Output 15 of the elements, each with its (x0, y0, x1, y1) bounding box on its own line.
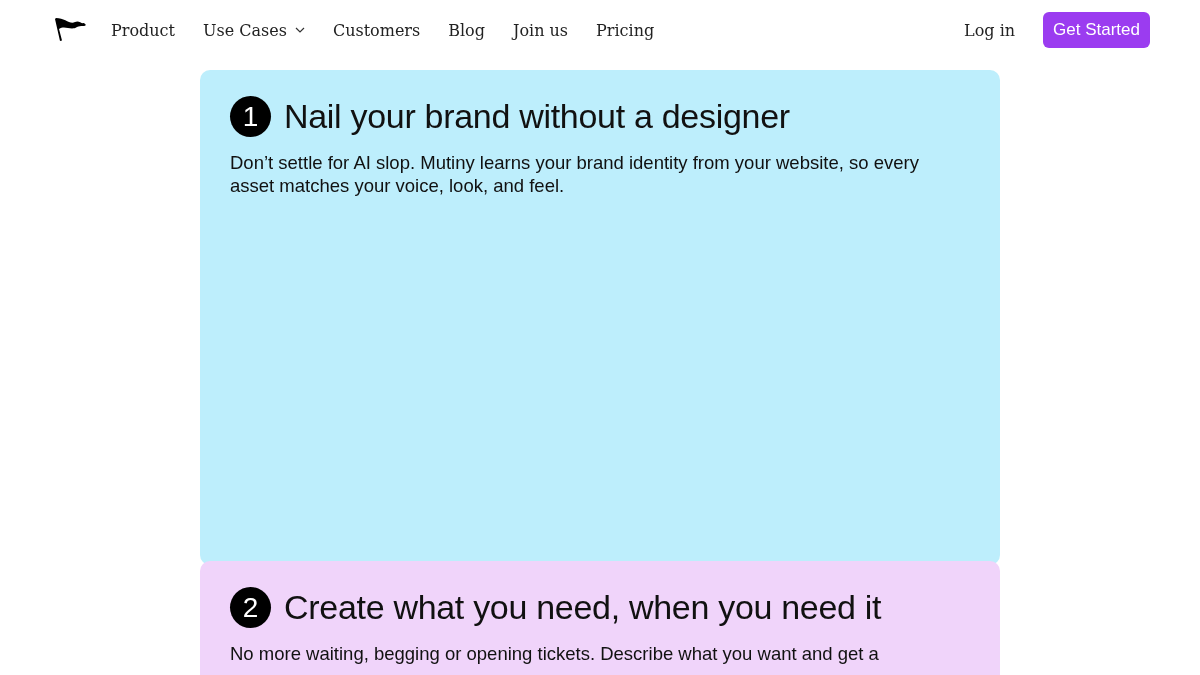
step-number-badge: 2 (230, 587, 271, 628)
step-title: Create what you need, when you need it (284, 588, 882, 627)
flag-logo-icon[interactable] (53, 17, 87, 43)
login-link[interactable]: Log in (964, 20, 1016, 40)
nav-link[interactable]: Blog (448, 20, 485, 40)
nav-link[interactable]: Product (111, 20, 175, 40)
nav-link[interactable]: Use Cases (203, 20, 305, 40)
step-number-badge: 1 (230, 96, 271, 137)
nav-link[interactable]: Join us (513, 20, 569, 40)
get-started-button[interactable]: Get Started (1043, 12, 1150, 48)
nav-link[interactable]: Customers (332, 20, 421, 40)
nav-link[interactable]: Pricing (596, 20, 655, 40)
step-description: Don’t settle for AI slop. Mutiny learns your brand identity from your website, so every asset matches your voice, look, and feel. (230, 151, 920, 197)
step-title: Nail your brand without a designer (284, 97, 790, 136)
step-description: No more waiting, begging or opening tickets. Describe what you want and get a (230, 642, 880, 665)
